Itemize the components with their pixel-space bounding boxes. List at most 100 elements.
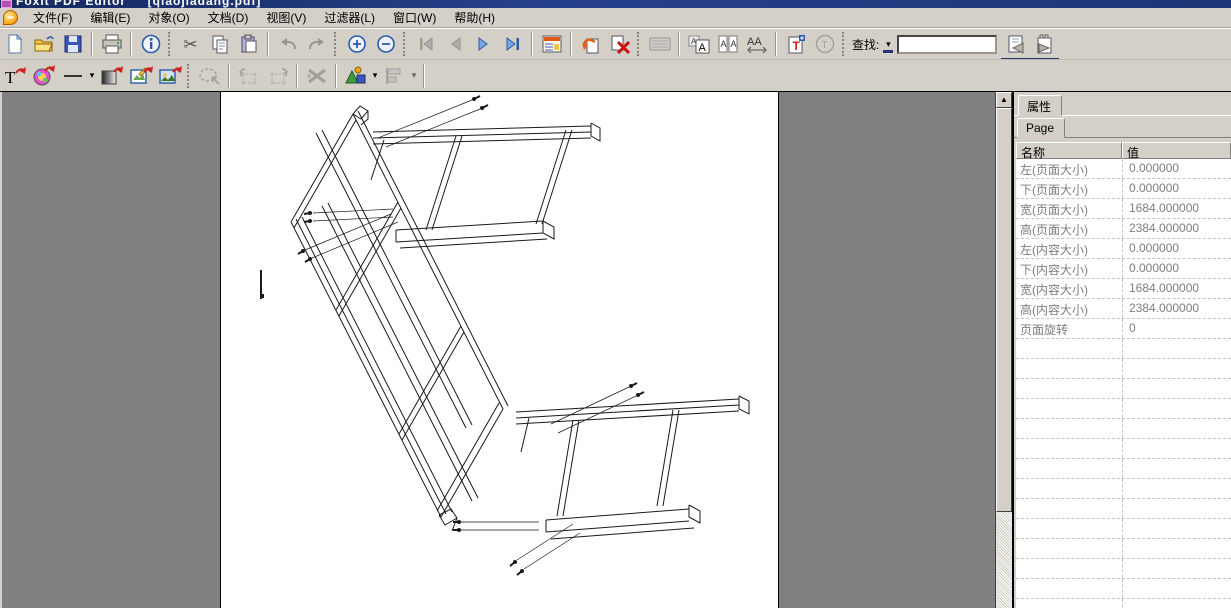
add-image-button[interactable] (155, 62, 184, 89)
line-style-dropdown-arrow[interactable]: ▾ (87, 70, 97, 81)
page-layout-button[interactable] (537, 31, 566, 58)
toolbar-drag-handle[interactable] (637, 32, 640, 56)
new-document-icon (5, 34, 25, 54)
font-spacing-button[interactable]: AA (742, 31, 771, 58)
undo-button[interactable] (273, 31, 302, 58)
property-value[interactable]: 1684.000000 (1122, 199, 1231, 218)
page-layout-icon (542, 35, 562, 53)
property-value[interactable]: 0.000000 (1122, 179, 1231, 198)
first-page-button[interactable] (411, 31, 440, 58)
keyboard-button[interactable] (645, 31, 674, 58)
menu-edit[interactable]: 编辑(E) (81, 7, 139, 28)
property-row[interactable]: 宽(内容大小)1684.000000 (1016, 279, 1231, 299)
property-row[interactable]: 高(页面大小)2384.000000 (1016, 219, 1231, 239)
font-replace-icon: AA (688, 34, 710, 54)
tab-page[interactable]: Page (1017, 118, 1065, 138)
redo-button[interactable] (302, 31, 331, 58)
font-replace-button[interactable]: AA (684, 31, 713, 58)
text-tool-button[interactable]: T (810, 31, 839, 58)
toolbar-drag-handle[interactable] (187, 64, 190, 88)
find-label: 查找: (852, 36, 879, 53)
property-row[interactable]: 下(内容大小)0.000000 (1016, 259, 1231, 279)
property-row[interactable]: 页面旋转0 (1016, 319, 1231, 339)
add-image-icon (158, 65, 182, 87)
next-page-button[interactable] (469, 31, 498, 58)
add-text-object-button[interactable]: T (0, 62, 29, 89)
menu-document[interactable]: 文档(D) (199, 7, 258, 28)
property-value[interactable]: 0 (1122, 319, 1231, 338)
toolbar-drag-handle[interactable] (334, 32, 337, 56)
copy-icon (210, 34, 230, 54)
tab-properties[interactable]: 属性 (1018, 95, 1062, 116)
property-value[interactable]: 2384.000000 (1122, 299, 1231, 318)
select-object-button[interactable] (195, 62, 224, 89)
empty-row (1016, 559, 1231, 579)
empty-row (1016, 539, 1231, 559)
print-button[interactable] (97, 31, 126, 58)
toolbar-drag-handle[interactable] (842, 32, 845, 56)
document-menu-icon[interactable] (3, 10, 18, 25)
delete-object-button[interactable] (302, 62, 331, 89)
new-document-button[interactable] (0, 31, 29, 58)
property-row[interactable]: 下(页面大小)0.000000 (1016, 179, 1231, 199)
copy-button[interactable] (205, 31, 234, 58)
scrollbar-track[interactable] (996, 512, 1012, 608)
zoom-in-button[interactable] (342, 31, 371, 58)
scrollbar-up-arrow[interactable]: ▲ (996, 92, 1012, 108)
menu-view[interactable]: 视图(V) (257, 7, 315, 28)
line-style-icon (63, 72, 83, 80)
font-pair-button[interactable]: AA (713, 31, 742, 58)
align-objects-dropdown-arrow[interactable]: ▾ (409, 70, 419, 81)
toolbar-drag-handle[interactable] (403, 32, 406, 56)
add-text-button[interactable]: T (781, 31, 810, 58)
rotate-page-button[interactable] (576, 31, 605, 58)
menu-window[interactable]: 窗口(W) (384, 7, 445, 28)
edit-image-button[interactable] (126, 62, 155, 89)
vertical-scrollbar[interactable]: ▲ (995, 92, 1012, 608)
pdf-page[interactable] (220, 92, 779, 608)
menu-object[interactable]: 对象(O) (139, 7, 198, 28)
scrollbar-thumb[interactable] (996, 108, 1012, 512)
property-row[interactable]: 宽(页面大小)1684.000000 (1016, 199, 1231, 219)
cut-button[interactable]: ✂ (176, 31, 205, 58)
find-next-button[interactable] (1030, 31, 1059, 58)
document-info-button[interactable] (136, 31, 165, 58)
open-button[interactable] (29, 31, 58, 58)
save-button[interactable] (58, 31, 87, 58)
property-value[interactable]: 1684.000000 (1122, 279, 1231, 298)
document-canvas[interactable] (0, 92, 995, 608)
insert-shapes-button[interactable] (341, 62, 370, 89)
property-row[interactable]: 左(页面大小)0.000000 (1016, 159, 1231, 179)
menu-file[interactable]: 文件(F) (24, 7, 81, 28)
line-style-button[interactable] (58, 62, 87, 89)
empty-row (1016, 399, 1231, 419)
paste-button[interactable] (234, 31, 263, 58)
last-page-button[interactable] (498, 31, 527, 58)
page-drawing-cable-tray (221, 92, 780, 608)
panel-tab-strip: Page (1014, 116, 1231, 138)
find-previous-button[interactable] (1001, 31, 1030, 58)
property-value[interactable]: 0.000000 (1122, 239, 1231, 258)
menu-filter[interactable]: 过滤器(L) (315, 7, 384, 28)
add-shading-button[interactable] (97, 62, 126, 89)
add-color-object-button[interactable] (29, 62, 58, 89)
add-text-icon: T (786, 34, 806, 54)
find-input[interactable] (897, 35, 997, 54)
toolbar-drag-handle[interactable] (168, 32, 171, 56)
property-value[interactable]: 0.000000 (1122, 159, 1231, 178)
property-row[interactable]: 高(内容大小)2384.000000 (1016, 299, 1231, 319)
find-dropdown-arrow[interactable]: ▾ (883, 39, 893, 50)
zoom-out-button[interactable] (371, 31, 400, 58)
align-objects-button[interactable] (380, 62, 409, 89)
property-value[interactable]: 2384.000000 (1122, 219, 1231, 238)
delete-page-button[interactable] (605, 31, 634, 58)
rotate-object-left-button[interactable] (234, 62, 263, 89)
empty-row (1016, 519, 1231, 539)
property-row[interactable]: 左(内容大小)0.000000 (1016, 239, 1231, 259)
property-value[interactable]: 0.000000 (1122, 259, 1231, 278)
rotate-object-right-button[interactable] (263, 62, 292, 89)
property-name: 宽(内容大小) (1016, 279, 1122, 298)
insert-shapes-dropdown-arrow[interactable]: ▾ (370, 70, 380, 81)
menu-help[interactable]: 帮助(H) (445, 7, 504, 28)
previous-page-button[interactable] (440, 31, 469, 58)
